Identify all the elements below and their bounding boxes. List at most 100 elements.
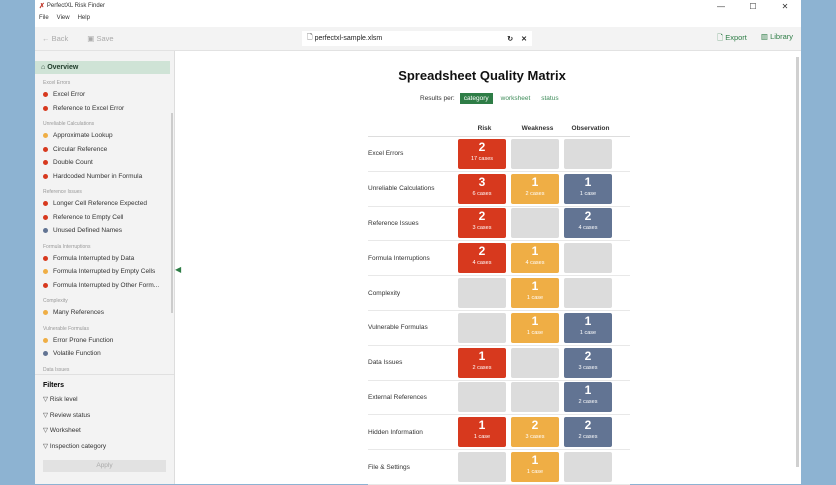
mode-worksheet[interactable]: worksheet bbox=[498, 93, 534, 104]
row-label: Data Issues bbox=[368, 359, 403, 367]
severity-dot-icon bbox=[43, 351, 48, 357]
sidebar-item[interactable]: Longer Cell Reference Expected bbox=[35, 197, 174, 211]
main-scrollbar[interactable] bbox=[796, 57, 799, 467]
sidebar-item[interactable]: Hardcoded Number in Formula bbox=[35, 170, 174, 184]
cell-cases: 1 case bbox=[579, 190, 597, 197]
sidebar-item[interactable]: Many References bbox=[35, 306, 174, 320]
reload-button[interactable]: ↻ bbox=[507, 35, 513, 43]
severity-dot-icon bbox=[43, 133, 48, 139]
sidebar-item[interactable]: Reference to Excel Error bbox=[35, 102, 174, 116]
filter-item[interactable]: ▽ Inspection category bbox=[43, 442, 166, 458]
cell-count: 1 bbox=[584, 383, 592, 398]
sidebar-group-heading: Complexity bbox=[43, 298, 68, 304]
filter-item[interactable]: ▽ Risk level bbox=[43, 395, 166, 411]
cell-cases: 1 case bbox=[579, 329, 597, 336]
library-icon: ▥ bbox=[760, 32, 771, 41]
sidebar-item-label: Formula Interrupted by Data bbox=[53, 254, 135, 262]
menu-bar: File View Help bbox=[35, 12, 801, 24]
matrix-row: Unreliable Calculations 3 6 cases 1 2 cases 1… bbox=[368, 172, 630, 207]
cell-weakness[interactable]: 11 case bbox=[511, 312, 559, 343]
row-label: Hidden Information bbox=[368, 428, 423, 436]
row-label: Complexity bbox=[368, 289, 401, 297]
sidebar-item[interactable]: Reference to Empty Cell bbox=[35, 211, 174, 225]
filter-item[interactable]: ▽ Review status bbox=[43, 411, 166, 427]
cell-risk[interactable]: 11 case bbox=[458, 417, 506, 448]
mode-status[interactable]: status bbox=[538, 93, 561, 104]
severity-dot-icon bbox=[43, 105, 48, 111]
file-tab[interactable]: 🗋 perfectxl-sample.xlsm ↻ ✕ bbox=[302, 31, 532, 46]
matrix-row: File & Settings 1 1 case bbox=[368, 450, 630, 485]
library-button[interactable]: ▥ Library bbox=[761, 32, 793, 45]
cell-cases: 4 cases bbox=[525, 260, 545, 267]
severity-dot-icon bbox=[43, 337, 48, 343]
sidebar-item[interactable]: Volatile Function bbox=[35, 347, 174, 361]
column-observation: Observation bbox=[571, 125, 610, 132]
collapse-sidebar-icon[interactable]: ◀ bbox=[175, 265, 181, 274]
sidebar-scrollbar[interactable] bbox=[171, 113, 173, 313]
matrix-row: Excel Errors 2 17 cases bbox=[368, 137, 630, 172]
cell-count: 2 bbox=[478, 139, 486, 154]
row-label: Formula Interruptions bbox=[368, 254, 430, 262]
severity-dot-icon bbox=[43, 269, 48, 275]
export-button[interactable]: 🗋 Export bbox=[717, 32, 747, 45]
close-file-button[interactable]: ✕ bbox=[521, 35, 527, 43]
row-label: Excel Errors bbox=[368, 150, 404, 158]
mode-category[interactable]: category bbox=[459, 93, 493, 104]
cell-observation[interactable]: 11 case bbox=[564, 312, 612, 343]
menu-file[interactable]: File bbox=[39, 15, 49, 21]
cell-weakness[interactable]: 23 cases bbox=[511, 417, 559, 448]
cell-weakness[interactable]: 14 cases bbox=[511, 243, 559, 274]
cell-cases: 1 case bbox=[526, 295, 544, 302]
cell-weakness[interactable]: 11 case bbox=[511, 278, 559, 309]
menu-help[interactable]: Help bbox=[78, 15, 90, 21]
cell-count: 2 bbox=[584, 209, 592, 224]
cell-count: 1 bbox=[531, 244, 539, 259]
cell-cases: 17 cases bbox=[470, 155, 493, 162]
sidebar-item[interactable]: Unused Defined Names bbox=[35, 224, 174, 238]
sidebar-item-overview[interactable]: ⌂ Overview bbox=[35, 61, 170, 74]
cell-observation[interactable]: 24 cases bbox=[564, 208, 612, 239]
sidebar-item[interactable]: Excel Error bbox=[35, 88, 174, 102]
severity-dot-icon bbox=[43, 228, 48, 234]
cell-risk bbox=[458, 312, 506, 343]
row-label: File & Settings bbox=[368, 463, 410, 471]
page-title: Spreadsheet Quality Matrix bbox=[398, 68, 566, 83]
cell-cases: 3 cases bbox=[525, 434, 545, 441]
apply-button[interactable]: Apply bbox=[43, 460, 166, 472]
sidebar-item[interactable]: Double Count bbox=[35, 156, 174, 170]
menu-view[interactable]: View bbox=[57, 15, 70, 21]
cell-weakness[interactable]: 12 cases bbox=[511, 173, 559, 204]
filter-item[interactable]: ▽ Worksheet bbox=[43, 426, 166, 442]
sidebar-item[interactable]: Circular Reference bbox=[35, 143, 174, 157]
main-content: Spreadsheet Quality Matrix Results per: … bbox=[183, 51, 801, 485]
sidebar-item-label: Hardcoded Number in Formula bbox=[53, 172, 143, 180]
sidebar-item[interactable]: Formula Interrupted by Empty Cells bbox=[35, 265, 174, 279]
cell-risk[interactable]: 24 cases bbox=[458, 243, 506, 274]
close-window-button[interactable]: ✕ bbox=[769, 0, 801, 14]
column-risk: Risk bbox=[477, 125, 492, 132]
matrix-row: Data Issues 1 2 cases 2 3 cases bbox=[368, 346, 630, 381]
back-button[interactable]: ← Back bbox=[42, 34, 68, 43]
cell-risk[interactable]: 2 17 cases bbox=[458, 138, 506, 169]
cell-observation[interactable]: 22 cases bbox=[564, 417, 612, 448]
cell-risk[interactable]: 36 cases bbox=[458, 173, 506, 204]
filter-icon: ▽ bbox=[43, 442, 50, 450]
matrix-header: Risk Weakness Observation bbox=[368, 121, 630, 137]
sidebar-item[interactable]: Formula Interrupted by Data bbox=[35, 252, 174, 266]
cell-observation[interactable]: 12 cases bbox=[564, 382, 612, 413]
column-weakness: Weakness bbox=[521, 125, 554, 132]
save-button[interactable]: ▣ Save bbox=[87, 34, 113, 43]
cell-count: 1 bbox=[478, 348, 486, 363]
sidebar-item[interactable]: Approximate Lookup bbox=[35, 129, 174, 143]
sidebar-item[interactable]: Formula Interrupted by Other Form... bbox=[35, 279, 174, 293]
cell-observation[interactable]: 23 cases bbox=[564, 347, 612, 378]
cell-risk[interactable]: 12 cases bbox=[458, 347, 506, 378]
cell-risk bbox=[458, 382, 506, 413]
minimize-button[interactable]: — bbox=[705, 0, 737, 14]
cell-weakness[interactable]: 11 case bbox=[511, 452, 559, 483]
maximize-button[interactable]: ☐ bbox=[737, 0, 769, 14]
cell-observation[interactable]: 11 case bbox=[564, 173, 612, 204]
cell-risk[interactable]: 23 cases bbox=[458, 208, 506, 239]
sidebar-item[interactable]: Error Prone Function bbox=[35, 334, 174, 348]
filters-panel: Filters ▽ Risk level ▽ Review status ▽ Wor… bbox=[35, 374, 174, 479]
